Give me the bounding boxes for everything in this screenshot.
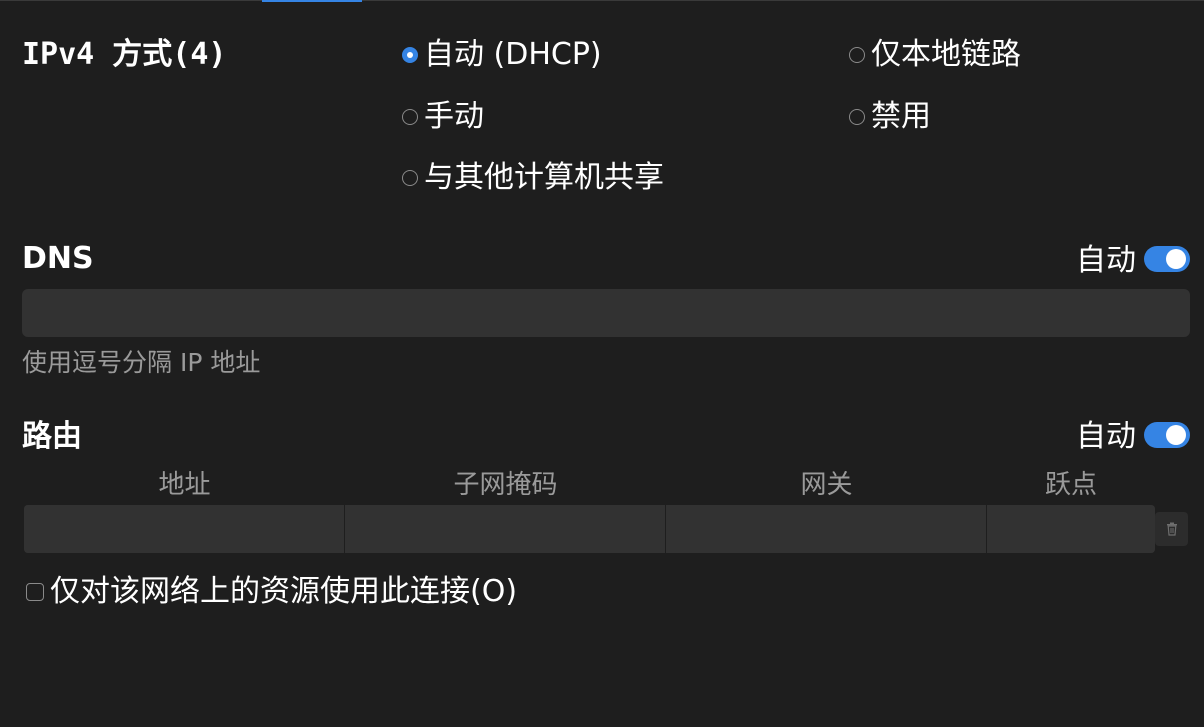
radio-unchecked-icon (849, 109, 865, 125)
radio-dhcp[interactable]: 自动 (DHCP) (402, 37, 602, 73)
ipv4-settings-panel: IPv4 方式(4) 自动 (DHCP) 仅本地链路 手动 禁用 与其他计算机共… (0, 0, 1204, 727)
radio-disabled-label: 禁用 (871, 99, 931, 134)
radio-manual[interactable]: 手动 (402, 99, 484, 135)
dns-hint: 使用逗号分隔 IP 地址 (22, 348, 261, 377)
dns-auto-label: 自动 (1076, 243, 1136, 278)
only-resources-label: 仅对该网络上的资源使用此连接(O) (50, 574, 518, 609)
radio-link-local[interactable]: 仅本地链路 (849, 37, 1021, 73)
radio-link-local-label: 仅本地链路 (871, 37, 1021, 72)
radio-unchecked-icon (402, 109, 418, 125)
route-netmask-input[interactable] (345, 505, 666, 553)
route-delete-button[interactable] (1155, 512, 1188, 546)
radio-shared[interactable]: 与其他计算机共享 (402, 160, 664, 196)
route-row (24, 505, 1155, 553)
ipv4-method-title: IPv4 方式(4) (22, 37, 227, 72)
column-header-gateway: 网关 (800, 470, 853, 500)
route-gateway-input[interactable] (666, 505, 987, 553)
column-header-metric: 跃点 (1044, 470, 1097, 500)
radio-dhcp-label: 自动 (DHCP) (424, 37, 602, 72)
radio-unchecked-icon (849, 47, 865, 63)
checkbox-unchecked-icon (26, 583, 44, 601)
dns-input[interactable] (22, 289, 1190, 337)
column-header-netmask: 子网掩码 (453, 470, 558, 500)
dns-title: DNS (22, 241, 94, 276)
routes-title: 路由 (22, 419, 82, 454)
routes-auto-label: 自动 (1076, 419, 1136, 454)
switch-knob (1166, 249, 1186, 269)
switch-knob (1166, 425, 1186, 445)
active-tab-indicator (262, 0, 362, 2)
radio-unchecked-icon (402, 170, 418, 186)
top-divider (0, 0, 1204, 1)
only-resources-checkbox[interactable]: 仅对该网络上的资源使用此连接(O) (26, 574, 517, 610)
radio-checked-icon (402, 47, 418, 63)
routes-auto-switch[interactable] (1144, 422, 1190, 448)
dns-auto-switch[interactable] (1144, 246, 1190, 272)
radio-disabled[interactable]: 禁用 (849, 99, 931, 135)
route-address-input[interactable] (24, 505, 345, 553)
radio-shared-label: 与其他计算机共享 (424, 160, 664, 195)
column-header-address: 地址 (158, 470, 211, 500)
route-metric-input[interactable] (987, 505, 1155, 553)
radio-manual-label: 手动 (424, 99, 484, 134)
trash-icon (1166, 522, 1177, 536)
